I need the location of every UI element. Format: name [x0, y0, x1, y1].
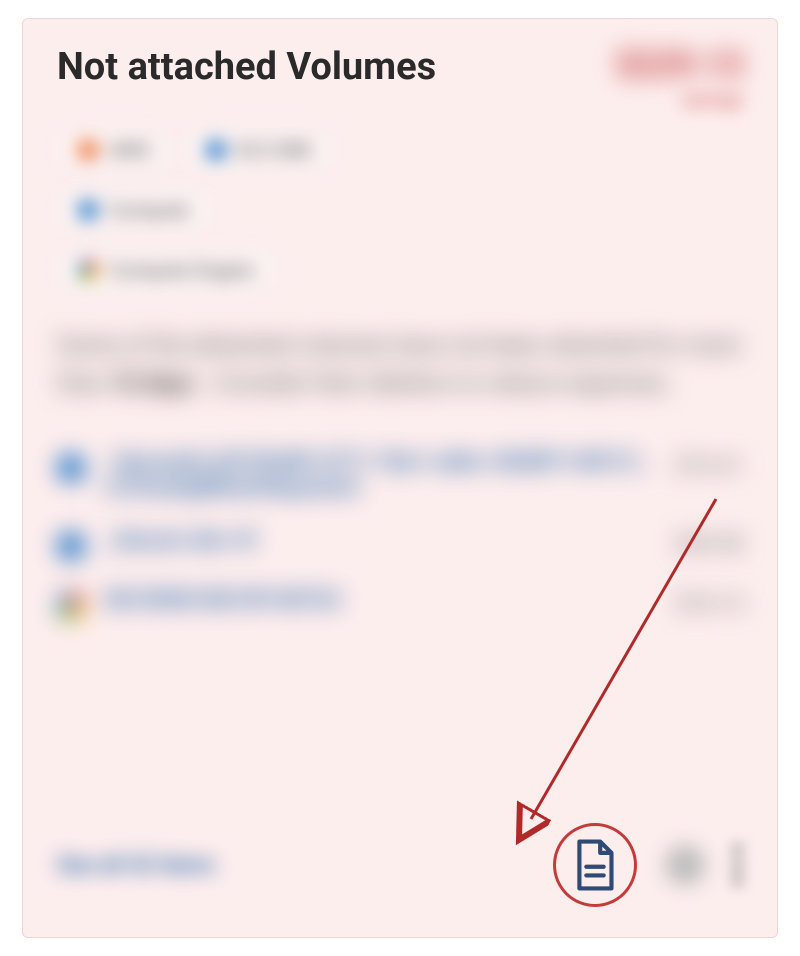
savings-label: savings	[616, 90, 743, 111]
card-header: Not attached Volumes $229.13 savings	[57, 47, 743, 111]
aws-icon	[78, 140, 98, 160]
list-item[interactable]: 801090018010f140724 $18.14	[57, 588, 743, 620]
volume-cost: $18.14	[675, 592, 743, 617]
desc-bold: 10 days	[110, 369, 194, 397]
gcp-icon	[78, 260, 98, 280]
chip-label: EC2 EBS	[236, 138, 312, 162]
ebs-icon	[206, 140, 226, 160]
filter-chip-ec2-ebs[interactable]: EC2 EBS	[185, 129, 333, 171]
cloud-provider-icon	[57, 532, 85, 560]
filter-chip-compute[interactable]: Compute	[57, 189, 210, 231]
open-documentation-button[interactable]	[553, 823, 637, 907]
volume-name: 801090018010f140724	[105, 588, 655, 613]
desc-post: . Consider their deletion to reduce expe…	[200, 369, 672, 397]
filter-chip-aws[interactable]: AWS	[57, 129, 171, 171]
savings-amount: $229.13	[616, 47, 743, 84]
cloud-provider-icon	[57, 454, 85, 482]
chip-label: Compute	[108, 198, 189, 222]
card-title: Not attached Volumes	[57, 47, 436, 89]
cloud-provider-icon	[57, 592, 85, 620]
volume-name: _Secure-dev-4l	[105, 528, 655, 553]
volume-cost: $74.41	[675, 454, 743, 479]
document-icon	[574, 839, 616, 891]
action-cluster	[553, 823, 743, 907]
volume-cost: $49.58	[675, 532, 743, 557]
recommendation-card: Not attached Volumes $229.13 savings AWS…	[22, 18, 778, 938]
volume-list: _SecureAI_b0103af8-4771-7be1-a66c-3028f1…	[57, 450, 743, 620]
card-footer: See all 42 items	[57, 823, 743, 907]
filter-chips-row-3: Compute Engine	[57, 249, 743, 291]
list-item[interactable]: _SecureAI_b0103af8-4771-7be1-a66c-3028f1…	[57, 450, 743, 500]
list-item[interactable]: _Secure-dev-4l $49.58	[57, 528, 743, 560]
chip-label: AWS	[108, 138, 150, 162]
filter-chips-row-2: Compute	[57, 189, 743, 231]
chip-label: Compute Engine	[108, 258, 254, 282]
filter-chip-compute-engine[interactable]: Compute Engine	[57, 249, 275, 291]
more-menu-icon[interactable]	[733, 845, 743, 885]
savings-block: $229.13 savings	[616, 47, 743, 111]
see-all-link[interactable]: See all 42 items	[57, 853, 215, 878]
info-icon[interactable]	[665, 845, 705, 885]
volume-name: _SecureAI_b0103af8-4771-7be1-a66c-3028f1…	[105, 450, 655, 500]
compute-icon	[78, 200, 98, 220]
card-description: Some of the detached volumes have not be…	[57, 327, 743, 401]
filter-chips-row: AWS EC2 EBS	[57, 129, 743, 171]
